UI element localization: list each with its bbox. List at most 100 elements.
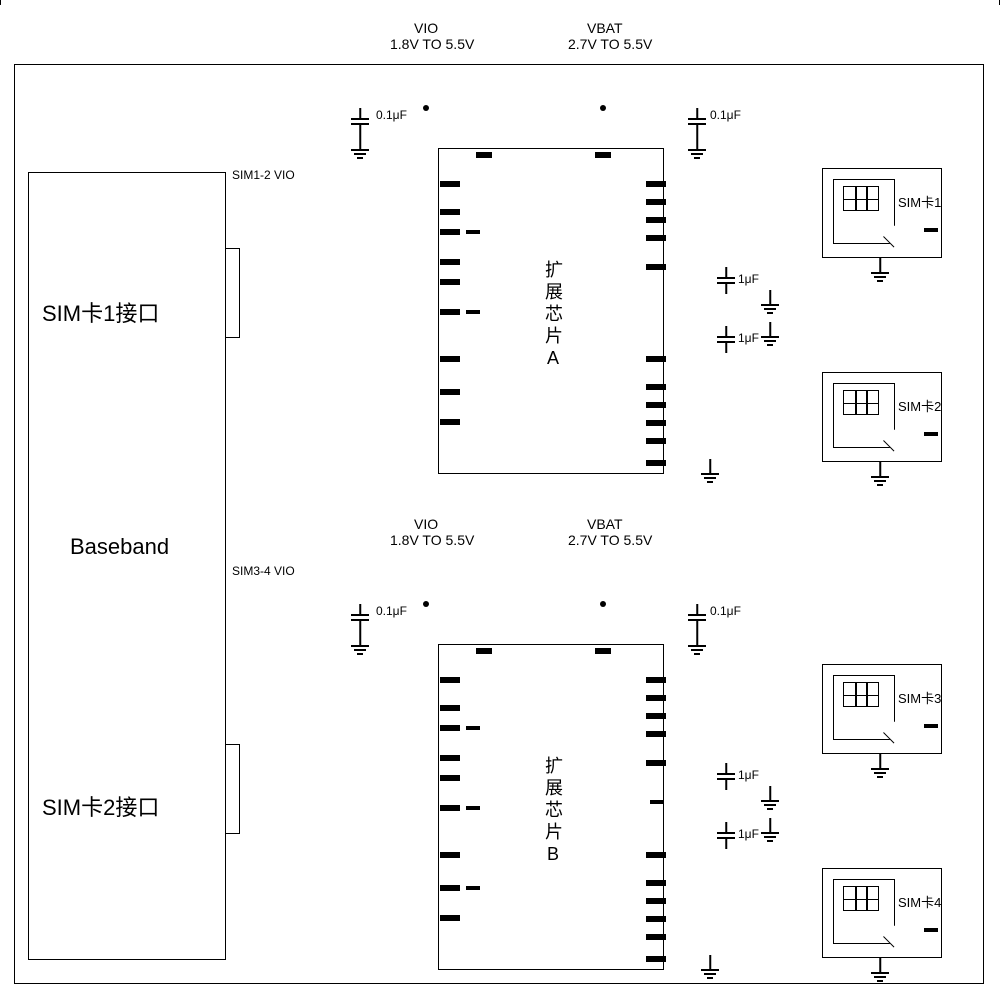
vbat-label-a: VBAT: [587, 20, 623, 36]
chip-pin: [440, 229, 460, 235]
chip-pin: [646, 402, 666, 408]
cap-label: 1μF: [738, 331, 759, 345]
chip-a-label: 扩展芯片A: [540, 260, 566, 372]
chip-pin: [440, 852, 460, 858]
chip-pin: [440, 181, 460, 187]
vio-range-b: 1.8V TO 5.5V: [390, 532, 474, 548]
cap-label: 1μF: [738, 272, 759, 286]
chip-pin: [440, 677, 460, 683]
chip-pin: [646, 898, 666, 904]
chip-pin: [646, 264, 666, 270]
wire: [0, 625, 2, 719]
cap-label: 0.1μF: [376, 604, 407, 618]
chip-pin: [440, 356, 460, 362]
chip-pin: [466, 726, 480, 730]
chip-pin: [466, 806, 480, 810]
chip-pin: [646, 217, 666, 223]
wire: [0, 818, 2, 898]
chip-pin: [650, 800, 664, 804]
sim-pin: [924, 228, 938, 232]
vio-label-b: VIO: [414, 516, 438, 532]
sim12-vio-label: SIM1-2 VIO: [232, 168, 295, 182]
sim34-vio-label: SIM3-4 VIO: [232, 564, 295, 578]
sim-card-4: [822, 868, 942, 958]
chip-pin: [440, 309, 460, 315]
wire: [0, 900, 2, 950]
chip-pin: [440, 915, 460, 921]
cap-label: 1μF: [738, 768, 759, 782]
sim-card-2: [822, 372, 942, 462]
sim2-interface-label: SIM卡2接口: [42, 790, 159, 822]
chip-pin: [440, 419, 460, 425]
chip-pin: [440, 389, 460, 395]
chip-pin: [476, 152, 492, 158]
sim3-label: SIM卡3: [898, 688, 941, 707]
cap-label: 1μF: [738, 827, 759, 841]
chip-pin: [476, 648, 492, 654]
chip-pin: [646, 235, 666, 241]
wire: [0, 137, 2, 231]
wire: [0, 583, 2, 623]
chip-pin: [646, 760, 666, 766]
sim-chip-icon: [843, 186, 879, 211]
vio-label-a: VIO: [414, 20, 438, 36]
chip-pin: [646, 713, 666, 719]
chip-pin: [440, 209, 460, 215]
baseband-block: [28, 172, 226, 960]
chip-pin: [646, 384, 666, 390]
chip-pin: [646, 438, 666, 444]
vbat-range-a: 2.7V TO 5.5V: [568, 36, 652, 52]
chip-pin: [466, 310, 480, 314]
wire: [0, 488, 2, 582]
vbat-label-b: VBAT: [587, 516, 623, 532]
sim-card-3: [822, 664, 942, 754]
junction: [600, 105, 606, 111]
chip-pin: [440, 725, 460, 731]
chip-pin: [646, 420, 666, 426]
junction: [600, 601, 606, 607]
chip-b-label: 扩展芯片B: [540, 756, 566, 868]
chip-pin: [466, 230, 480, 234]
wire: [0, 96, 2, 136]
chip-pin: [646, 199, 666, 205]
sim-card-1: [822, 168, 942, 258]
baseband-port-1: [226, 248, 240, 338]
sim-pin: [924, 432, 938, 436]
cap-label: 0.1μF: [710, 604, 741, 618]
chip-pin: [440, 805, 460, 811]
vbat-range-b: 2.7V TO 5.5V: [568, 532, 652, 548]
junction: [423, 601, 429, 607]
wire: [0, 411, 2, 461]
chip-pin: [646, 731, 666, 737]
sim1-interface-label: SIM卡1接口: [42, 296, 159, 328]
sim-chip-icon: [843, 390, 879, 415]
wire: [0, 0, 2, 94]
sim1-label: SIM卡1: [898, 192, 941, 211]
sim-chip-icon: [843, 682, 879, 707]
chip-pin: [466, 886, 480, 890]
sim-card-inner: [833, 179, 895, 244]
sim2-label: SIM卡2: [898, 396, 941, 415]
sim-chip-icon: [843, 886, 879, 911]
wire: [0, 246, 2, 326]
cap-label: 0.1μF: [376, 108, 407, 122]
chip-pin: [646, 934, 666, 940]
junction: [423, 105, 429, 111]
chip-pin: [646, 677, 666, 683]
chip-pin: [646, 852, 666, 858]
baseband-port-2: [226, 744, 240, 834]
sim-pin: [924, 724, 938, 728]
sim4-label: SIM卡4: [898, 892, 941, 911]
wire: [0, 329, 2, 409]
chip-pin: [440, 259, 460, 265]
cap-label: 0.1μF: [710, 108, 741, 122]
baseband-title: Baseband: [70, 534, 169, 560]
chip-pin: [646, 880, 666, 886]
chip-pin: [440, 705, 460, 711]
chip-pin: [646, 695, 666, 701]
vio-range-a: 1.8V TO 5.5V: [390, 36, 474, 52]
sim-card-inner: [833, 383, 895, 448]
chip-pin: [646, 181, 666, 187]
chip-pin: [440, 755, 460, 761]
chip-pin: [646, 956, 666, 962]
